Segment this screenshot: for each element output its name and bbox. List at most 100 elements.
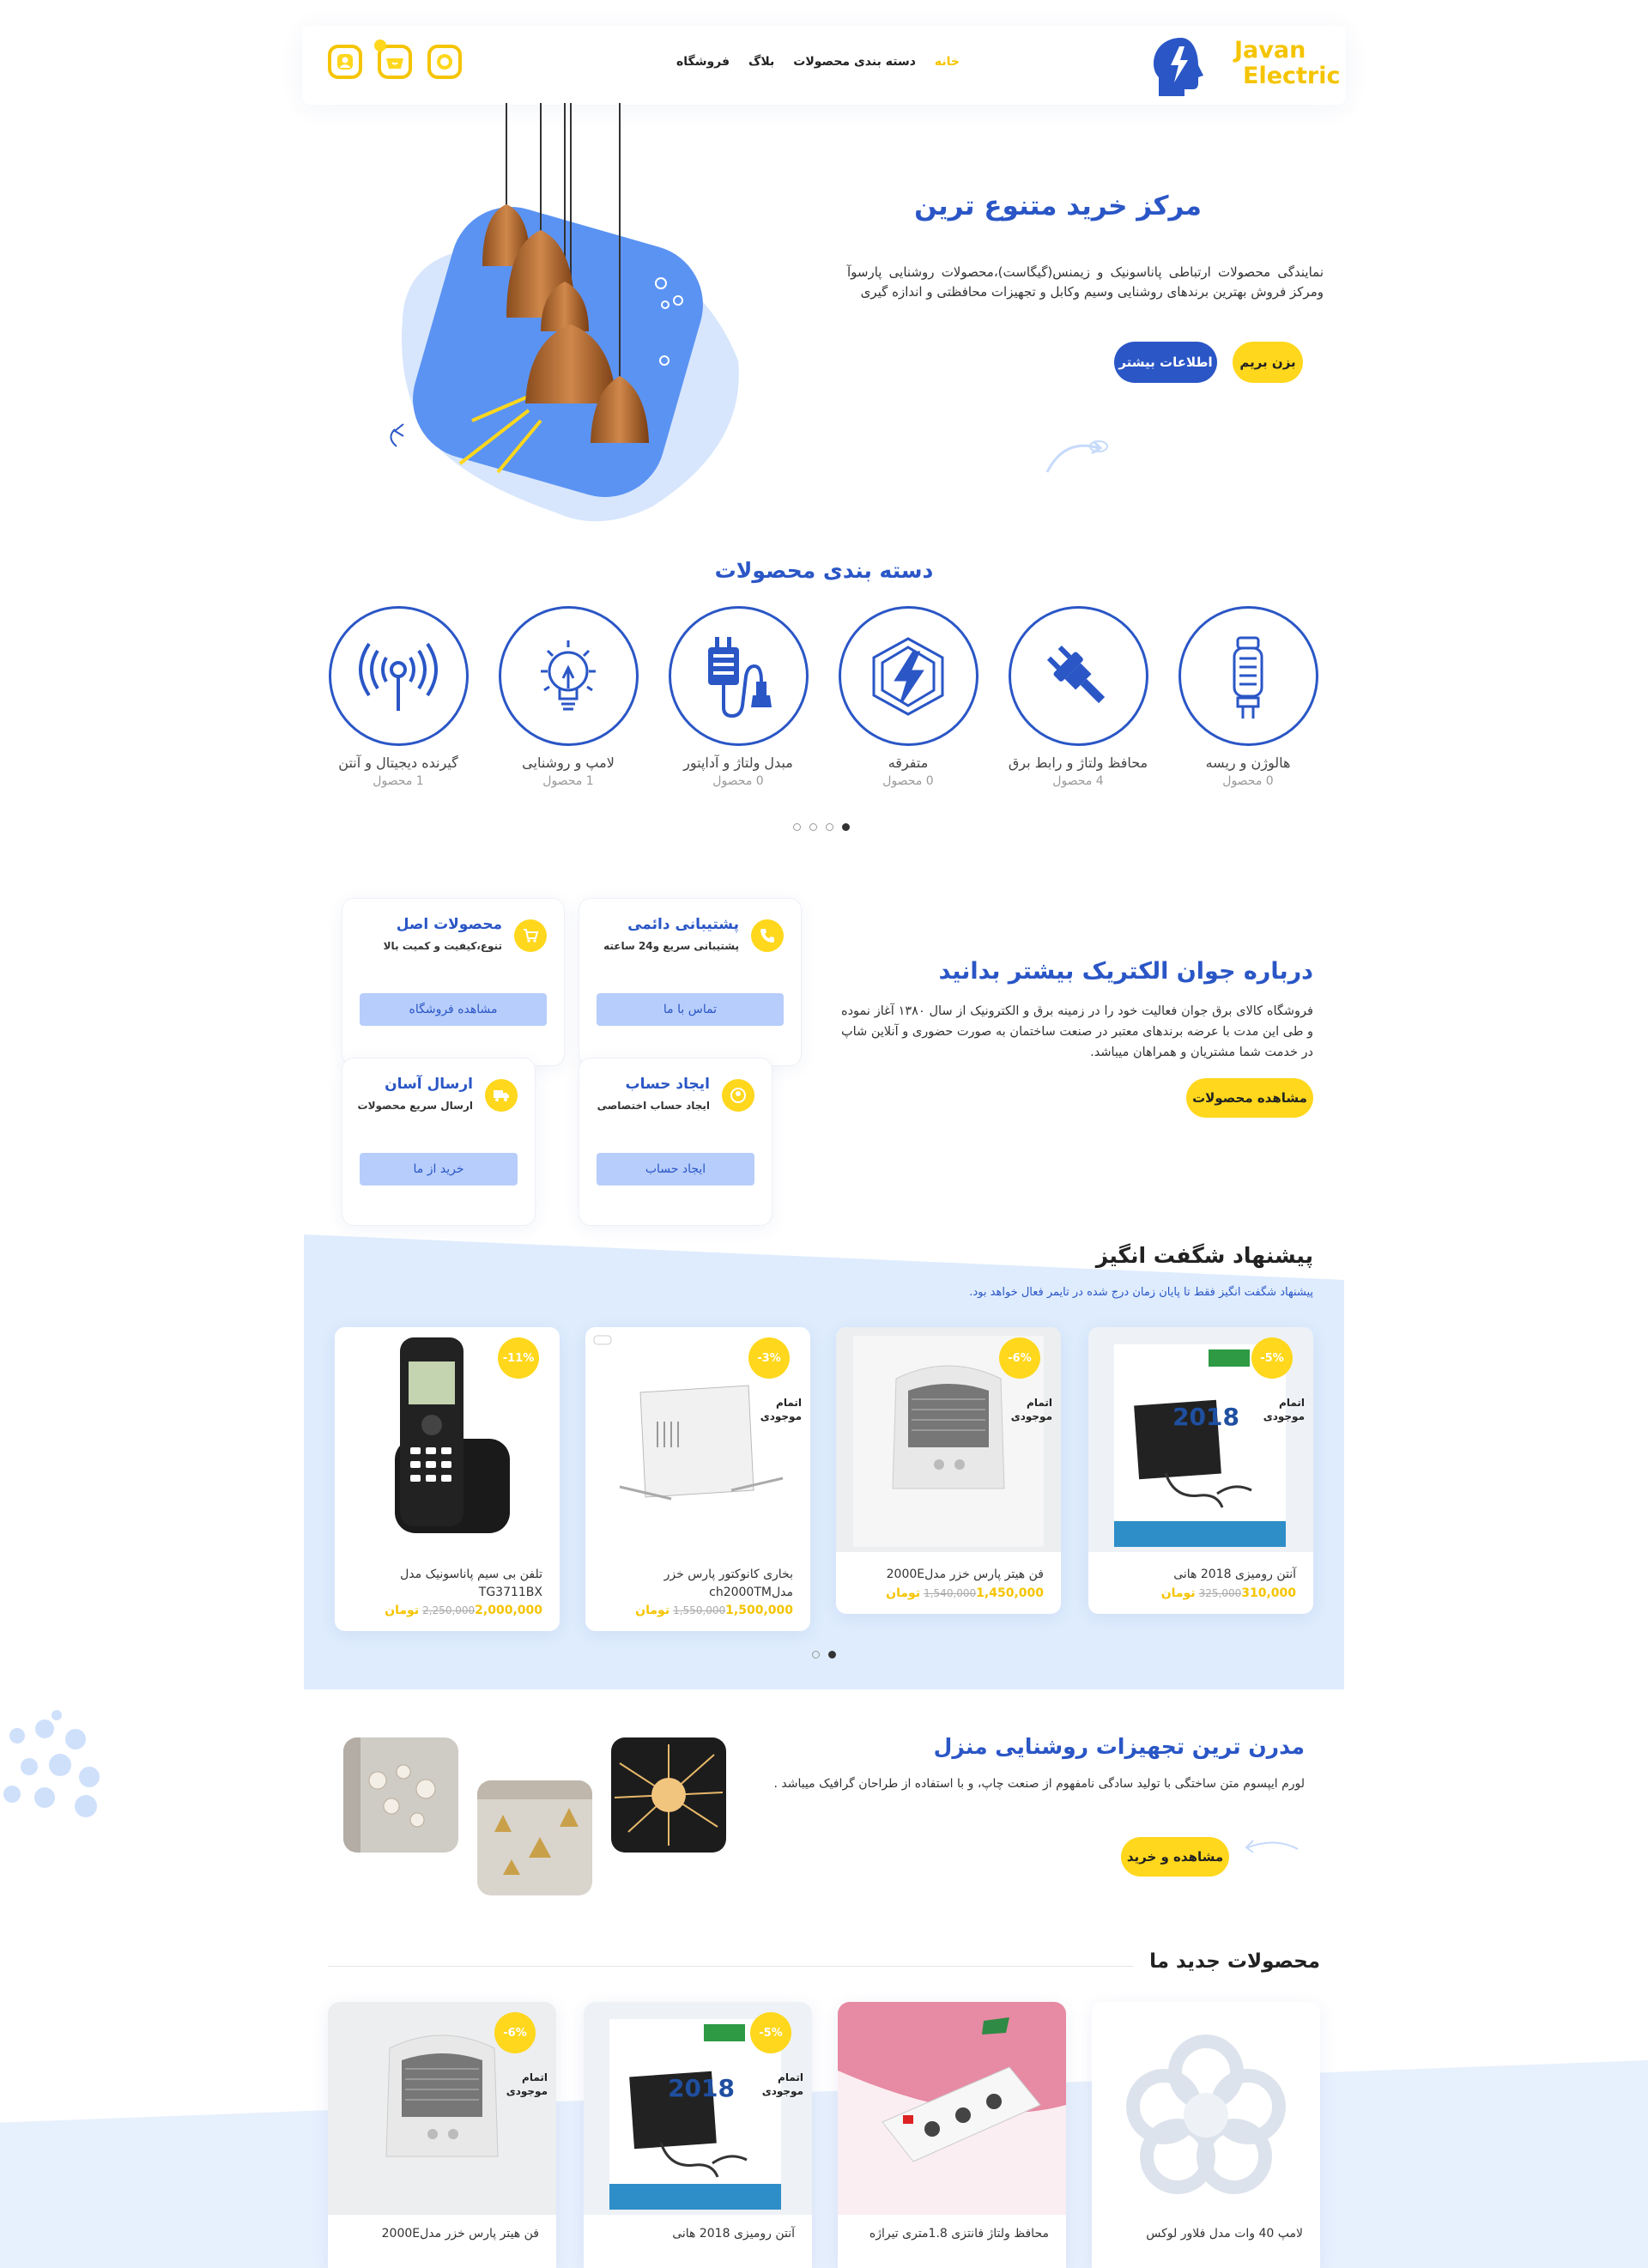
product-price: 1,540,0001,450,000تومان bbox=[886, 1586, 1044, 1600]
category-antenna[interactable]: گیرنده دیجیتال و آنتن 1 محصول bbox=[312, 606, 484, 788]
about-title: درباره جوان الکتریک بیشتر بدانید bbox=[938, 958, 1313, 985]
new-products-title: محصولات جدید ما bbox=[1134, 1950, 1320, 1973]
category-circle bbox=[668, 606, 809, 746]
feature-subtitle: پشتیبانی سریع و24 ساعته bbox=[603, 940, 739, 952]
categories-slider-dots bbox=[793, 823, 850, 831]
feature-support: پشتیبانی دائمی پشتیبانی سریع و24 ساعته ت… bbox=[579, 898, 802, 1066]
category-count: 1 محصول bbox=[373, 774, 424, 788]
categories-title: دسته بندی محصولات bbox=[714, 558, 934, 583]
basket-count-badge bbox=[374, 39, 386, 52]
lighting-text: لورم ایپسوم متن ساختگی با تولید سادگی نا… bbox=[773, 1777, 1305, 1791]
contact-us-button[interactable]: تماس با ما bbox=[597, 993, 784, 1026]
lightning-icon bbox=[872, 636, 944, 716]
slider-dot[interactable] bbox=[793, 823, 801, 831]
lighting-image-chandelier bbox=[611, 1737, 726, 1853]
nav-shop[interactable]: فروشگاه bbox=[676, 55, 730, 69]
offers-slider-dots bbox=[812, 1651, 836, 1659]
head-bolt-icon bbox=[1154, 38, 1203, 96]
nav-home[interactable]: خانه bbox=[935, 55, 960, 69]
hero-title: مرکز خرید متنوع ترین bbox=[914, 191, 1202, 221]
plug-icon bbox=[1046, 645, 1106, 703]
category-circle bbox=[498, 606, 639, 746]
product-name: بخاری کانوکتور پارس خزر مدلch2000TM bbox=[663, 1568, 793, 1599]
slider-dot[interactable] bbox=[812, 1651, 820, 1659]
feature-subtitle: تنوع،کیفیت و کمیت بالا bbox=[383, 940, 502, 952]
section-divider bbox=[328, 1966, 1167, 1967]
cart-icon bbox=[514, 919, 547, 952]
lighting-image-globes bbox=[343, 1737, 458, 1853]
decor-arrow-icon bbox=[1045, 440, 1108, 473]
about-text: فروشگاه کالای برق جوان فعالیت خود را در … bbox=[841, 1004, 1313, 1059]
slider-dot-active[interactable] bbox=[842, 823, 850, 831]
new-card-fan-heater[interactable]: -6% اتمام موجودی فن هیتر پارس خزر مدل200… bbox=[328, 2002, 556, 2268]
category-count: 0 محصول bbox=[1222, 774, 1274, 788]
category-misc[interactable]: متفرقه 0 محصول bbox=[822, 606, 994, 788]
view-shop-button[interactable]: مشاهده فروشگاه bbox=[360, 993, 547, 1026]
category-bulb[interactable]: لامپ و روشنایی 1 محصول bbox=[482, 606, 654, 788]
new-card-lamp[interactable]: لامپ 40 وات مدل فلاور لوکس bbox=[1092, 2002, 1320, 2268]
feature-original: محصولات اصل تنوع،کیفیت و کمیت بالا مشاهد… bbox=[342, 898, 565, 1066]
offer-card-antenna[interactable]: 2018 -5% اتمام موجودی آنتن رومیزی 2018 ه… bbox=[1088, 1327, 1313, 1614]
category-adapter[interactable]: مبدل ولتاژ و آداپتور 0 محصول bbox=[652, 606, 824, 788]
view-and-buy-button[interactable]: مشاهده و خرید bbox=[1121, 1837, 1229, 1877]
bulb-icon bbox=[541, 640, 596, 710]
buy-from-us-button[interactable]: خرید از ما bbox=[360, 1153, 518, 1186]
offer-card-phone[interactable]: -11% تلفن بی سیم پاناسونیک مدل TG3711BX … bbox=[335, 1327, 560, 1631]
category-count: 1 محصول bbox=[542, 774, 594, 788]
main-nav: خانه دسته بندی محصولات بلاگ فروشگاه bbox=[676, 55, 960, 69]
product-name: آنتن رومیزی 2018 هانی bbox=[1173, 1568, 1296, 1581]
site-logo[interactable]: Javan Electric bbox=[1150, 33, 1341, 101]
soldout-label: اتمام موجودی bbox=[506, 2071, 548, 2097]
product-image bbox=[1092, 2002, 1320, 2215]
old-price: 1,550,000 bbox=[673, 1604, 726, 1616]
category-name: مبدل ولتاژ و آداپتور bbox=[683, 755, 793, 771]
product-price: 2,250,0002,000,000تومان bbox=[385, 1604, 542, 1617]
truck-icon bbox=[485, 1079, 518, 1112]
halogen-icon bbox=[1233, 636, 1263, 719]
feature-account: ایجاد حساب ایجاد حساب اختصاصی ایجاد حساب bbox=[579, 1058, 772, 1226]
category-circle bbox=[1178, 606, 1318, 746]
nav-categories[interactable]: دسته بندی محصولات bbox=[793, 55, 916, 69]
slider-dot[interactable] bbox=[826, 823, 833, 831]
product-name: محافظ ولتاژ فانتزی 1.8متری تیراژه bbox=[869, 2227, 1049, 2241]
offer-card-fan-heater[interactable]: -6% اتمام موجودی فن هیتر پارس خزر مدل200… bbox=[836, 1327, 1061, 1614]
category-name: گیرنده دیجیتال و آنتن bbox=[338, 755, 458, 771]
category-plug[interactable]: محافظ ولتاژ و رابط برق 4 محصول bbox=[992, 606, 1164, 788]
user-icon[interactable] bbox=[328, 45, 362, 79]
slider-dot-active[interactable] bbox=[828, 1651, 836, 1659]
category-name: محافظ ولتاژ و رابط برق bbox=[1008, 755, 1148, 771]
product-image bbox=[838, 2002, 1066, 2215]
offers-subtitle: پیشنهاد شگفت انگیز فقط تا پایان زمان درج… bbox=[969, 1286, 1313, 1299]
soldout-label: اتمام موجودی bbox=[760, 1397, 802, 1422]
search-icon[interactable] bbox=[427, 45, 462, 79]
header-actions bbox=[328, 39, 462, 79]
lighting-title: مدرن ترین تجهیزات روشنایی منزل bbox=[933, 1734, 1305, 1759]
soldout-label: اتمام موجودی bbox=[1010, 1397, 1052, 1422]
offer-card-convector[interactable]: -3% اتمام موجودی بخاری کانوکتور پارس خزر… bbox=[585, 1327, 810, 1631]
basket-icon[interactable] bbox=[374, 39, 412, 79]
product-name: فن هیتر پارس خزر مدل2000E bbox=[886, 1568, 1044, 1581]
discount-badge: -6% bbox=[494, 2012, 536, 2053]
nav-blog[interactable]: بلاگ bbox=[748, 55, 774, 69]
discount-badge: -3% bbox=[748, 1337, 790, 1379]
more-info-button[interactable]: اطلاعات بیشتر bbox=[1114, 342, 1217, 383]
svg-text:2018: 2018 bbox=[1172, 1403, 1239, 1431]
slider-dot[interactable] bbox=[809, 823, 817, 831]
category-halogen[interactable]: هالوژن و ریسه 0 محصول bbox=[1162, 606, 1334, 788]
lets-go-button[interactable]: بزن بریم bbox=[1233, 342, 1303, 383]
adapter-icon bbox=[708, 636, 772, 718]
product-price: 1,550,0001,500,000تومان bbox=[635, 1604, 793, 1617]
new-card-antenna[interactable]: 2018 -5% اتمام موجودی آنتن رومیزی 2018 ه… bbox=[584, 2002, 812, 2268]
category-circle bbox=[1008, 606, 1148, 746]
create-account-button[interactable]: ایجاد حساب bbox=[597, 1153, 754, 1186]
product-name: آنتن رومیزی 2018 هانی bbox=[672, 2227, 795, 2241]
antenna-icon bbox=[359, 642, 438, 711]
new-card-surge-protector[interactable]: محافظ ولتاژ فانتزی 1.8متری تیراژه bbox=[838, 2002, 1066, 2268]
site-header: Javan Electric خانه دسته بندی محصولات بل… bbox=[302, 26, 1346, 105]
soldout-label: اتمام موجودی bbox=[1263, 1397, 1305, 1422]
svg-text:2018: 2018 bbox=[668, 2074, 735, 2102]
category-name: لامپ و روشنایی bbox=[522, 755, 615, 771]
old-price: 2,250,000 bbox=[422, 1604, 476, 1616]
hero-description: نمایندگی محصولات ارتباطی پاناسونیک و زیم… bbox=[847, 264, 1324, 300]
view-products-button[interactable]: مشاهده محصولات bbox=[1186, 1078, 1313, 1118]
